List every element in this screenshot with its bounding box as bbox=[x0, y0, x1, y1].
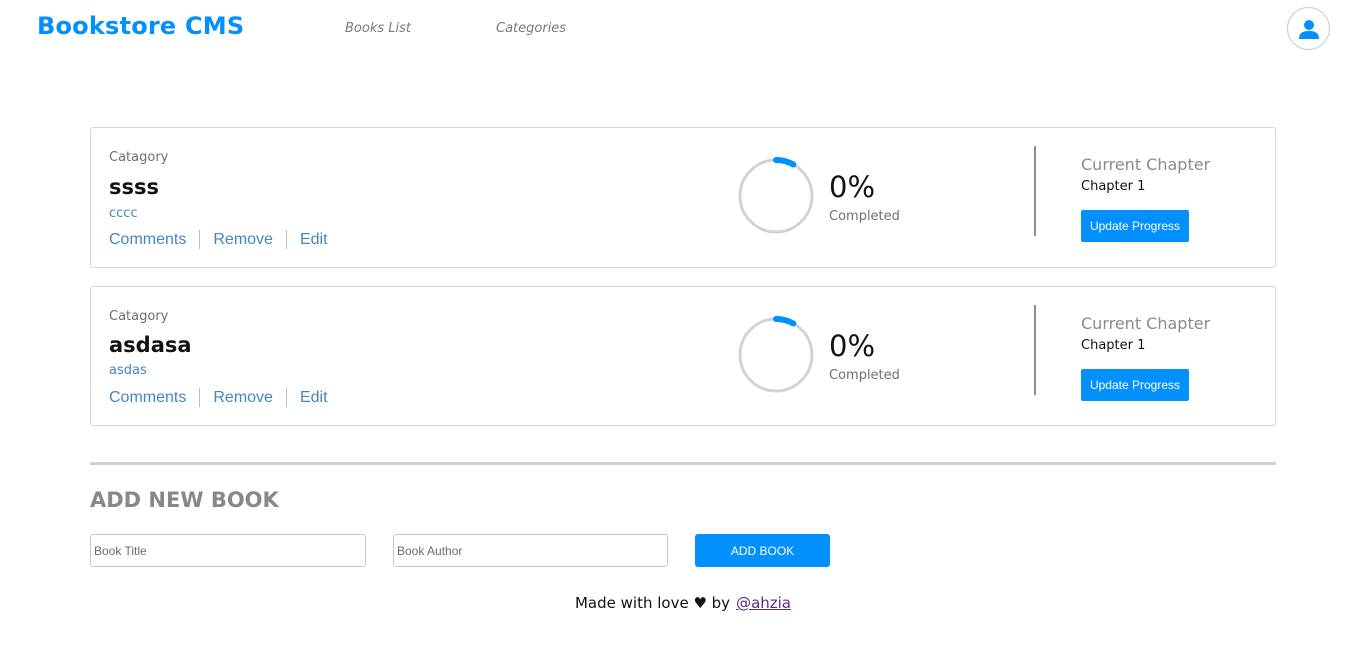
book-author: asdas bbox=[109, 363, 147, 378]
user-icon bbox=[1298, 19, 1319, 39]
current-chapter-heading: Current Chapter bbox=[1081, 314, 1211, 333]
nav-books-list[interactable]: Books List bbox=[345, 21, 411, 36]
action-divider bbox=[285, 230, 287, 249]
book-author: cccc bbox=[109, 206, 138, 221]
edit-button[interactable]: Edit bbox=[300, 231, 328, 249]
book-title: ssss bbox=[109, 175, 159, 199]
update-progress-button[interactable]: Update Progress bbox=[1081, 210, 1189, 242]
progress-percent: 0% bbox=[829, 170, 876, 204]
header: Bookstore CMS Books List Categories bbox=[0, 0, 1366, 60]
current-chapter-heading: Current Chapter bbox=[1081, 155, 1211, 174]
current-chapter: Chapter 1 bbox=[1081, 179, 1146, 194]
action-divider bbox=[285, 388, 287, 407]
remove-button[interactable]: Remove bbox=[213, 389, 273, 407]
footer: Made with love ♥ by @ahzia bbox=[0, 594, 1366, 612]
user-avatar-button[interactable] bbox=[1287, 7, 1330, 50]
progress-label: Completed bbox=[829, 368, 900, 383]
progress-ring bbox=[738, 157, 814, 234]
section-divider bbox=[90, 462, 1276, 465]
logo[interactable]: Bookstore CMS bbox=[37, 12, 244, 40]
book-title-input[interactable] bbox=[90, 534, 366, 567]
update-progress-button[interactable]: Update Progress bbox=[1081, 369, 1189, 401]
nav-categories[interactable]: Categories bbox=[496, 21, 566, 36]
author-link[interactable]: @ahzia bbox=[736, 594, 791, 612]
book-title: asdasa bbox=[109, 333, 192, 357]
progress-label: Completed bbox=[829, 209, 900, 224]
book-actions: Comments Remove Edit bbox=[109, 388, 328, 407]
book-actions: Comments Remove Edit bbox=[109, 230, 328, 249]
progress-percent: 0% bbox=[829, 329, 876, 363]
progress-arc bbox=[773, 157, 797, 168]
edit-button[interactable]: Edit bbox=[300, 389, 328, 407]
book-author-input[interactable] bbox=[393, 534, 668, 567]
action-divider bbox=[199, 388, 201, 407]
book-category: Catagory bbox=[109, 150, 169, 165]
book-card: Catagory ssss cccc Comments Remove Edit … bbox=[90, 127, 1276, 268]
book-card: Catagory asdasa asdas Comments Remove Ed… bbox=[90, 286, 1276, 426]
action-divider bbox=[199, 230, 201, 249]
comments-button[interactable]: Comments bbox=[109, 231, 186, 249]
card-divider bbox=[1034, 146, 1036, 236]
comments-button[interactable]: Comments bbox=[109, 389, 186, 407]
progress-arc bbox=[773, 316, 797, 327]
add-book-heading: ADD NEW BOOK bbox=[90, 488, 279, 512]
add-book-button[interactable]: ADD BOOK bbox=[695, 534, 830, 567]
remove-button[interactable]: Remove bbox=[213, 231, 273, 249]
progress-ring bbox=[738, 316, 814, 393]
card-divider bbox=[1034, 305, 1036, 395]
footer-text: Made with love ♥ by bbox=[574, 594, 731, 612]
current-chapter: Chapter 1 bbox=[1081, 338, 1146, 353]
book-category: Catagory bbox=[109, 309, 169, 324]
